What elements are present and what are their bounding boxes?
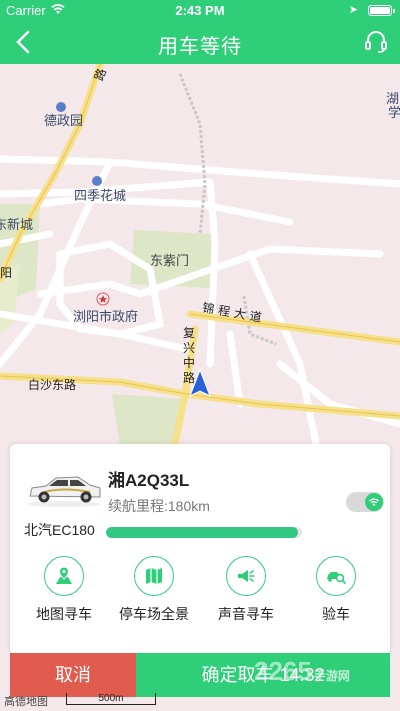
map-road-label: 复兴中路 <box>183 326 196 385</box>
parking-panorama-icon <box>146 568 162 584</box>
headset-icon <box>365 31 387 53</box>
map-poi-label: 浏阳市政府 <box>73 309 139 324</box>
battery-progress-fill <box>106 527 299 538</box>
watermark: 2265 手游网 <box>254 656 350 687</box>
wifi-icon <box>365 493 383 511</box>
action-row: 地图寻车 停车场全景 声音寻车 验车 <box>10 556 390 626</box>
map-find-car-button[interactable]: 地图寻车 <box>18 556 110 624</box>
action-label: 声音寻车 <box>218 606 274 622</box>
map-provider-logo: 高德地图 <box>4 696 48 708</box>
action-icon-circle <box>44 556 84 596</box>
map-scale: 500m <box>66 693 156 705</box>
action-label: 验车 <box>322 606 350 622</box>
nav-bar: 用车等待 <box>0 20 400 64</box>
range-label: 续航里程:180km <box>108 498 210 514</box>
map-poi-label: 四季花城 <box>74 188 127 203</box>
map-road-label: 白沙东路 <box>28 378 77 392</box>
vehicle-info-panel: 北汽EC180 湘A2Q33L 续航里程:180km 地图寻车 停车场全景 声音… <box>10 444 390 654</box>
action-icon-circle <box>316 556 356 596</box>
page-title: 用车等待 <box>158 36 242 58</box>
battery-icon <box>368 5 395 16</box>
watermark-brand: 2265 <box>254 656 312 686</box>
horn-icon <box>238 570 255 582</box>
license-plate: 湘A2Q33L <box>108 471 190 490</box>
customer-service-button[interactable] <box>362 28 390 56</box>
clock: 2:43 PM <box>175 3 225 18</box>
sound-find-car-button[interactable]: 声音寻车 <box>200 556 292 624</box>
map-poi-label: 学 <box>388 105 400 120</box>
action-label: 停车场全景 <box>119 606 189 622</box>
status-bar: Carrier 2:43 PM ➤ <box>0 0 400 20</box>
action-icon-circle <box>226 556 266 596</box>
map-road-label: 阳 <box>0 266 13 280</box>
map-poi-label: 德政园 <box>44 113 84 128</box>
parking-panorama-button[interactable]: 停车场全景 <box>108 556 200 624</box>
car-inspect-icon <box>327 572 346 584</box>
map-poi-label: 东新城 <box>0 217 34 232</box>
cancel-button[interactable]: 取消 <box>10 653 136 697</box>
action-icon-circle <box>134 556 174 596</box>
car-model: 北汽EC180 <box>24 522 95 538</box>
location-arrow-icon: ➤ <box>348 4 358 16</box>
map-pin-icon <box>56 566 72 584</box>
action-label: 地图寻车 <box>36 606 92 622</box>
map-poi-label: 东紫门 <box>150 253 190 268</box>
battery-progress-bar <box>106 527 302 538</box>
car-image <box>24 466 104 508</box>
watermark-suffix: 手游网 <box>313 669 350 683</box>
inspect-car-button[interactable]: 验车 <box>290 556 382 624</box>
connection-toggle[interactable] <box>346 492 384 512</box>
